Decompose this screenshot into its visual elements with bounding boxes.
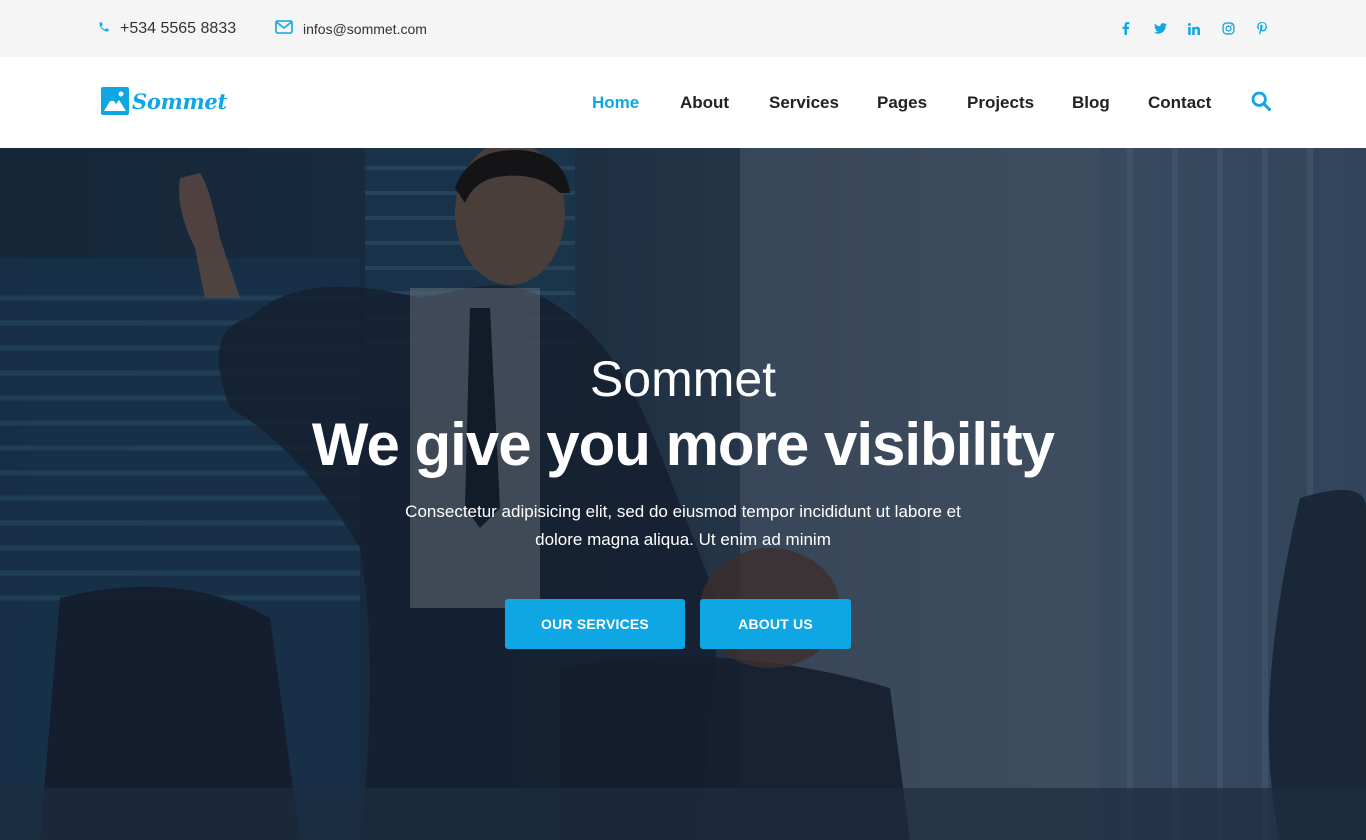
email-address: infos@sommet.com — [303, 20, 427, 37]
mountain-logo-icon — [101, 87, 129, 115]
envelope-icon — [275, 20, 303, 37]
facebook-icon[interactable] — [1118, 21, 1134, 37]
nav-item-pages[interactable]: Pages — [877, 93, 927, 113]
phone-contact[interactable]: +534 5565 8833 — [98, 0, 236, 57]
nav-item-projects[interactable]: Projects — [967, 93, 1034, 113]
nav-item-about[interactable]: About — [680, 93, 729, 113]
linkedin-icon[interactable] — [1186, 21, 1202, 37]
instagram-icon[interactable] — [1220, 21, 1236, 37]
phone-number: +534 5565 8833 — [120, 19, 237, 37]
hero-subtitle: Sommet — [589, 351, 777, 407]
twitter-icon[interactable] — [1152, 21, 1168, 37]
main-header: Sommet Home About Services Pages Project… — [0, 57, 1366, 148]
social-links — [1118, 0, 1270, 57]
nav-item-services[interactable]: Services — [769, 93, 839, 113]
about-us-button[interactable]: ABOUT US — [700, 599, 851, 649]
site-logo[interactable]: Sommet — [101, 87, 227, 115]
hero-description: Consectetur adipisicing elit, sed do eiu… — [405, 502, 961, 549]
search-icon[interactable] — [1251, 91, 1271, 116]
top-bar: +534 5565 8833 infos@sommet.com — [0, 0, 1366, 57]
phone-icon — [98, 20, 120, 38]
hero-content: Sommet We give you more visibility Conse… — [0, 148, 1366, 840]
hero-title: We give you more visibility — [311, 411, 1055, 478]
nav-item-contact[interactable]: Contact — [1148, 93, 1211, 113]
logo-text: Sommet — [132, 88, 227, 114]
email-contact[interactable]: infos@sommet.com — [275, 0, 427, 57]
our-services-button[interactable]: OUR SERVICES — [505, 599, 685, 649]
nav-item-blog[interactable]: Blog — [1072, 93, 1110, 113]
nav-item-home[interactable]: Home — [592, 93, 639, 113]
pinterest-icon[interactable] — [1254, 21, 1270, 37]
hero-section: Sommet We give you more visibility Conse… — [0, 148, 1366, 840]
